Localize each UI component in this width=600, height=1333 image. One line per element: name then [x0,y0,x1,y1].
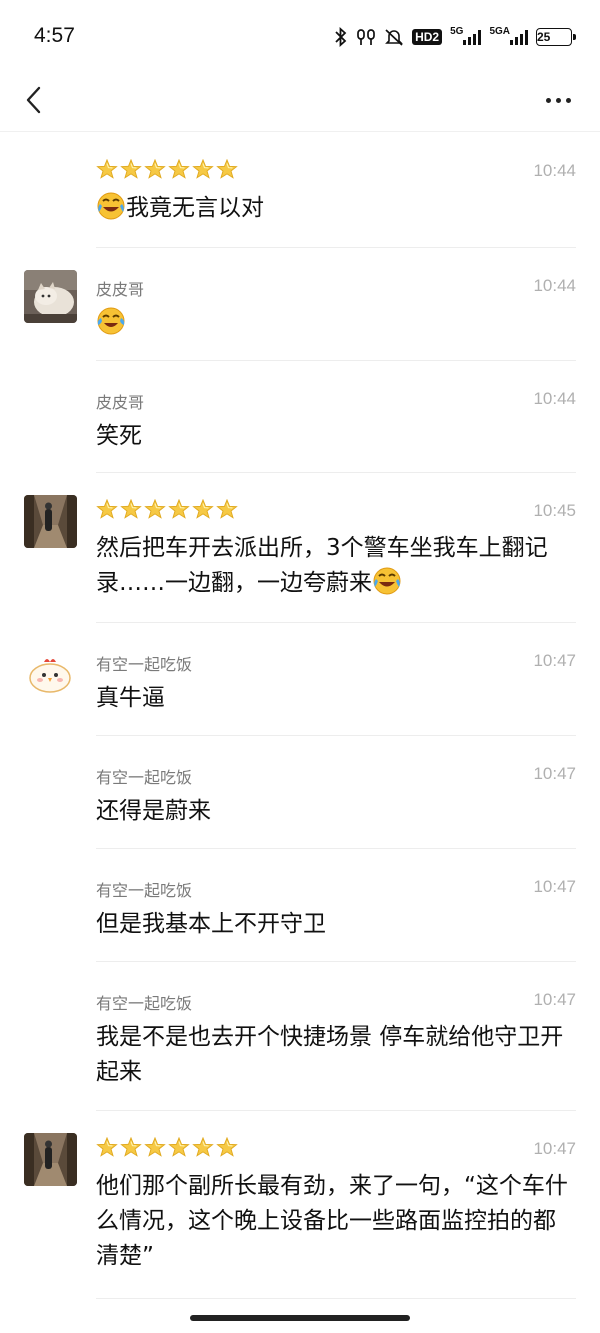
sender-name: 皮皮哥 [96,395,145,412]
message-text[interactable]: 我竟无言以对 [96,191,576,226]
home-indicator[interactable] [190,1315,410,1321]
star-icon [168,159,190,179]
status-time: 4:57 [34,24,75,47]
bluetooth-icon [334,27,348,47]
mute-bell-icon [384,27,404,47]
message-text[interactable]: 我是不是也去开个快捷场景 停车就给他守卫开起来 [96,1020,576,1090]
message-time: 10:44 [533,276,576,295]
tears-of-joy-icon [96,306,126,336]
more-dot [555,97,561,103]
status-icons: HD2 5G 5GA 25 [334,24,576,50]
message-text-content: 然后把车开去派出所，3个警车坐我车上翻记录……一边翻，一边夸蔚来 [96,535,548,596]
status-bar: 4:57 HD2 5G 5GA 25 [0,0,600,70]
net-label-2: 5GA [489,25,510,37]
star-icon [120,1137,142,1157]
sender-name: 有空一起吃饭 [96,996,193,1013]
star-icon [96,499,118,519]
hd-badge: HD2 [412,29,443,45]
star-icon [216,159,238,179]
chick-avatar-image [24,645,77,698]
signal-bars-icon [510,29,528,45]
signal-5ga: 5GA [489,25,528,45]
star-icon [216,1137,238,1157]
star-icon [96,1137,118,1157]
star-icon [120,499,142,519]
star-icon [168,1137,190,1157]
cat-avatar-image [24,270,77,323]
star-icon [144,159,166,179]
avatar[interactable] [24,1133,77,1186]
nav-bar [0,70,600,132]
battery-icon: 25 [536,28,576,46]
hallway-avatar-image [24,1133,77,1186]
rolling-laughing-icon [96,191,126,221]
more-button[interactable] [538,80,578,120]
message-text-content: 我竟无言以对 [126,195,264,221]
more-dots-icon [545,97,551,103]
message-time: 10:44 [533,389,576,408]
sender-name: 有空一起吃饭 [96,657,193,674]
star-icon [120,159,142,179]
message-list[interactable]: 10:44 我竟无言以对 皮皮哥 10:44 皮皮哥 10:44 笑死 10:4… [0,133,600,1299]
signal-bars-icon [463,29,482,45]
list-item[interactable]: 皮皮哥 10:44 [24,248,576,361]
chevron-left-icon [26,86,41,114]
message-text[interactable] [96,306,576,341]
star-icon [168,499,190,519]
avatar[interactable] [24,645,77,698]
message-text[interactable]: 他们那个副所长最有劲，来了一句，“这个车什么情况，这个晚上设备比一些路面监控拍的… [96,1169,576,1274]
sender-name [96,499,238,519]
sender-name [96,159,238,179]
list-item[interactable]: 有空一起吃饭 10:47 但是我基本上不开守卫 [96,849,576,962]
avatar[interactable] [24,270,77,323]
list-item[interactable]: 有空一起吃饭 10:47 真牛逼 [24,623,576,736]
star-icon [144,1137,166,1157]
star-icon [192,1137,214,1157]
star-icon [144,499,166,519]
message-time: 10:47 [533,877,576,896]
message-time: 10:47 [533,651,576,670]
message-time: 10:47 [533,990,576,1009]
star-icon [192,159,214,179]
message-text[interactable]: 但是我基本上不开守卫 [96,907,576,942]
list-item[interactable]: 10:44 我竟无言以对 [96,133,576,248]
star-icon [216,499,238,519]
message-text[interactable]: 还得是蔚来 [96,794,576,829]
avatar[interactable] [24,495,77,548]
signal-5g: 5G [450,25,482,45]
list-item[interactable]: 皮皮哥 10:44 笑死 [96,361,576,473]
list-item[interactable]: 10:47 他们那个副所长最有劲，来了一句，“这个车什么情况，这个晚上设备比一些… [24,1111,576,1299]
message-time: 10:47 [533,1139,576,1158]
back-button[interactable] [14,80,54,120]
message-time: 10:44 [533,161,576,180]
message-text[interactable]: 然后把车开去派出所，3个警车坐我车上翻记录……一边翻，一边夸蔚来 [96,531,576,601]
message-time: 10:47 [533,764,576,783]
list-item[interactable]: 有空一起吃饭 10:47 我是不是也去开个快捷场景 停车就给他守卫开起来 [96,962,576,1111]
sender-name: 有空一起吃饭 [96,770,193,787]
earbuds-icon [356,28,376,46]
sender-name: 皮皮哥 [96,282,145,299]
message-text[interactable]: 真牛逼 [96,681,576,716]
list-item[interactable]: 10:45 然后把车开去派出所，3个警车坐我车上翻记录……一边翻，一边夸蔚来 [24,473,576,623]
sender-name: 有空一起吃饭 [96,883,193,900]
more-dot [565,97,571,103]
star-icon [192,499,214,519]
message-time: 10:45 [533,501,576,520]
message-text[interactable]: 笑死 [96,419,576,454]
sender-name [96,1137,238,1157]
hallway-avatar-image [24,495,77,548]
net-label-1: 5G [450,25,464,37]
rolling-laughing-icon [372,566,402,596]
star-icon [96,159,118,179]
list-item[interactable]: 有空一起吃饭 10:47 还得是蔚来 [96,736,576,849]
